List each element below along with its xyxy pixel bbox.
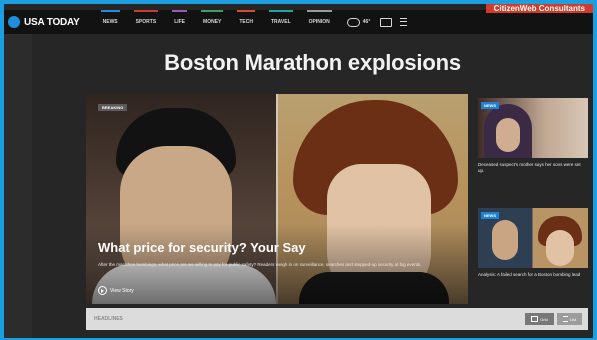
nav-item-opinion[interactable]: OPINION: [306, 10, 332, 34]
grid-icon: [531, 316, 539, 322]
usa-today-logo[interactable]: USA TODAY: [8, 16, 80, 28]
hero-headline[interactable]: What price for security? Your Say: [98, 240, 306, 255]
hero-story[interactable]: BREAKING What price for security? Your S…: [86, 94, 468, 304]
left-sidebar-strip: [4, 34, 32, 338]
corner-label: CitizenWeb Consultants: [485, 4, 593, 13]
hero-tag: BREAKING: [98, 104, 128, 111]
weather-widget[interactable]: 46°: [346, 17, 371, 27]
logo-text: USA TODAY: [24, 16, 80, 28]
list-view-label: List: [569, 316, 576, 322]
weather-temp: 46°: [362, 19, 371, 25]
play-icon: [98, 286, 107, 295]
browser-frame: CitizenWeb Consultants USA TODAY NEWS SP…: [4, 4, 593, 338]
page-title: Boston Marathon explosions: [164, 50, 461, 75]
headlines-label: HEADLINES: [94, 316, 123, 322]
nav-item-travel[interactable]: TRAVEL: [269, 10, 293, 34]
menu-icon[interactable]: [400, 18, 408, 26]
side-story-2-face-left: [492, 220, 518, 260]
side-story-2-face-right: [546, 230, 574, 266]
nav-item-money[interactable]: MONEY: [200, 10, 224, 34]
logo-circle-icon: [8, 16, 20, 28]
view-story-link[interactable]: View Story: [98, 286, 134, 295]
grid-view-label: Grid: [540, 316, 548, 322]
nav-item-life[interactable]: LIFE: [172, 10, 187, 34]
side-story-badge: NEWS: [481, 212, 499, 219]
view-toggle: Grid List: [522, 313, 582, 325]
nav-item-sports[interactable]: SPORTS: [133, 10, 158, 34]
side-story-caption[interactable]: Analysis: A failed search for a Boston b…: [478, 272, 588, 278]
grid-view-button[interactable]: Grid: [525, 313, 554, 325]
list-view-button[interactable]: List: [556, 313, 582, 325]
nav-item-news[interactable]: NEWS: [100, 10, 120, 34]
view-story-label: View Story: [110, 287, 134, 294]
side-story-badge: NEWS: [481, 102, 499, 109]
nav-item-tech[interactable]: TECH: [237, 10, 255, 34]
side-story-image: NEWS: [478, 208, 588, 268]
side-story-1-face: [496, 118, 520, 152]
headlines-bar: HEADLINES Grid List: [86, 308, 588, 330]
side-story-caption[interactable]: Deceased suspect's mother says her sons …: [478, 162, 588, 174]
cloud-icon: [346, 17, 360, 27]
camera-icon[interactable]: [380, 17, 393, 27]
side-story-card[interactable]: NEWS Analysis: A failed search for a Bos…: [478, 208, 588, 278]
top-navigation: USA TODAY NEWS SPORTS LIFE MONEY TECH TR…: [4, 10, 593, 34]
list-icon: [562, 316, 568, 322]
side-story-card[interactable]: NEWS Deceased suspect's mother says her …: [478, 98, 588, 174]
hero-summary: After the marathon bombings, what price …: [98, 262, 422, 267]
side-story-image: NEWS: [478, 98, 588, 158]
